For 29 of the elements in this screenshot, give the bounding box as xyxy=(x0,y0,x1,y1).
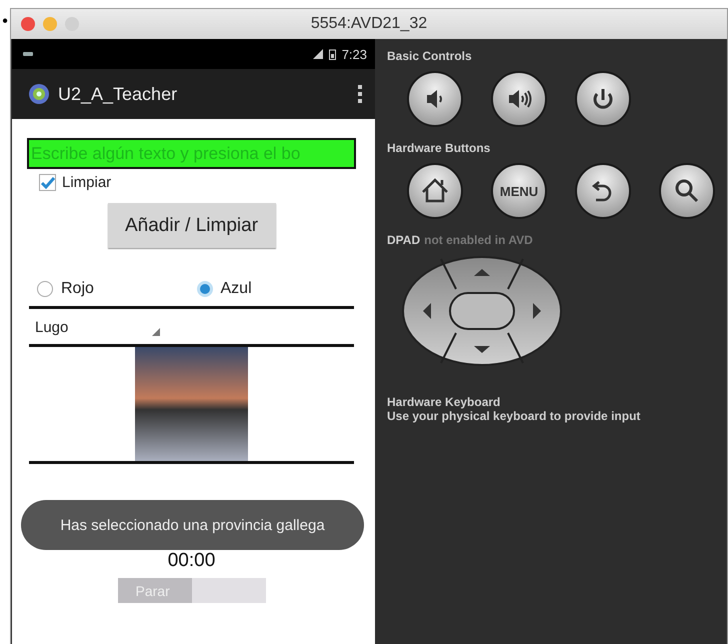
checkbox[interactable] xyxy=(39,174,56,191)
battery-icon xyxy=(328,48,336,60)
notification-icon xyxy=(22,50,34,58)
checkbox-label: Limpiar xyxy=(62,174,112,191)
overflow-menu-icon[interactable] xyxy=(357,84,363,104)
section-heading: Hardware Keyboard xyxy=(387,395,502,409)
section-heading: Hardware Buttons xyxy=(387,141,492,155)
signal-icon xyxy=(312,49,323,59)
menu-button[interactable]: MENU xyxy=(491,163,547,219)
radio-label: Rojo xyxy=(61,280,94,298)
dpad-drawing[interactable] xyxy=(401,255,563,367)
radio-button[interactable] xyxy=(196,281,212,297)
bullet: • xyxy=(2,12,8,32)
window-title: 5554:AVD21_32 xyxy=(310,15,428,33)
dropdown[interactable]: Lugo xyxy=(27,309,164,344)
radio-button[interactable] xyxy=(37,281,53,297)
window-control-button[interactable] xyxy=(21,17,35,31)
add-clear-button[interactable]: Añadir / Limpiar xyxy=(108,203,276,248)
dropdown-corner-icon xyxy=(152,328,160,336)
section-heading: DPAD xyxy=(387,233,420,247)
app-logo-icon xyxy=(28,83,50,105)
dpad-note: not enabled in AVD xyxy=(424,233,533,247)
section-heading: Basic Controls xyxy=(387,49,473,63)
radio-label: Azul xyxy=(220,280,252,298)
clock-text: 7:23 xyxy=(342,46,367,62)
keyboard-note: Use your physical keyboard to provide input xyxy=(387,409,642,423)
app-title: U2_A_Teacher xyxy=(58,84,178,104)
timer-text: 00:00 xyxy=(168,550,216,572)
toast-message: Has seleccionado una provincia gallega xyxy=(21,500,364,550)
